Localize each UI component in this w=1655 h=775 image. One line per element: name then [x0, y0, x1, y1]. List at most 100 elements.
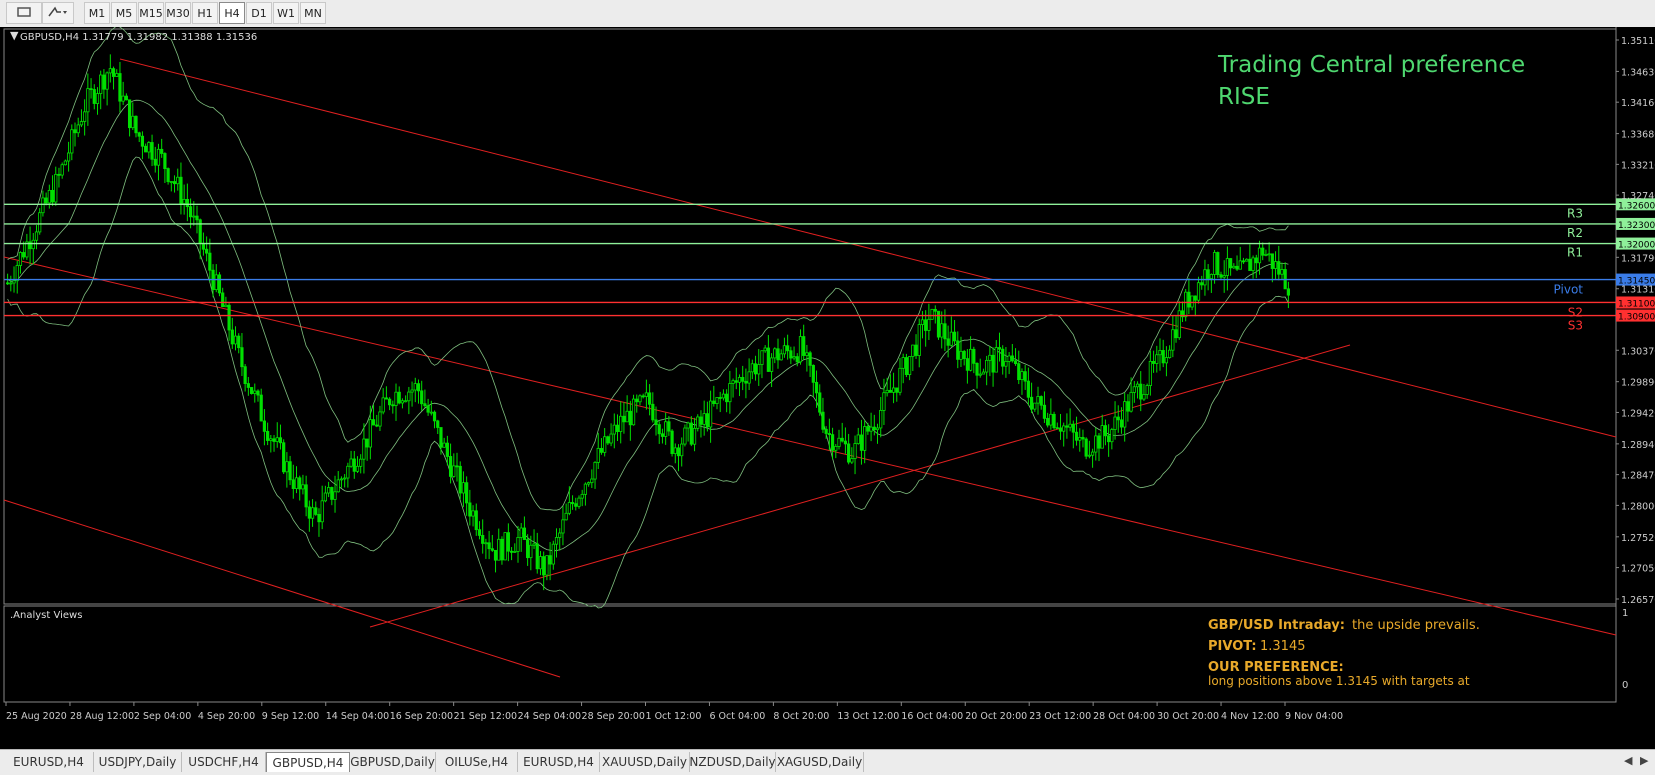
candle-body — [1216, 252, 1220, 276]
candle-body — [256, 390, 260, 396]
candle-body — [266, 430, 270, 441]
candle-body — [160, 148, 164, 154]
candle-body — [908, 356, 912, 375]
candle-body — [131, 115, 135, 129]
timeframe-m30-button[interactable]: M30 — [165, 2, 191, 24]
candle-body — [1071, 423, 1075, 433]
candle-body — [930, 308, 934, 320]
symbol-tab[interactable]: XAGUSD,Daily — [776, 752, 864, 772]
scroll-right-icon[interactable]: ▶ — [1640, 754, 1648, 767]
symbol-tab[interactable]: USDJPY,Daily — [94, 752, 182, 772]
candle-body — [753, 363, 758, 375]
chart-window[interactable]: R3 1.32600 R2 1.32300 R1 1.32000 Pivot 1.3145 0 S… — [0, 25, 1655, 727]
candle-body — [140, 135, 145, 147]
candle-body — [355, 465, 360, 472]
symbol-tab[interactable]: OILUSe,H4 — [436, 752, 518, 772]
candle-body — [1020, 371, 1024, 381]
timeframe-m1-button[interactable]: M1 — [84, 2, 110, 24]
candle-body — [1257, 247, 1262, 264]
candle-body — [606, 436, 610, 444]
candle-body — [609, 433, 613, 444]
candle-body — [1222, 275, 1226, 278]
symbol-tab-bar: EURUSD,H4 USDJPY,Daily USDCHF,H4 GBPUSD,H4 G… — [0, 749, 1655, 775]
symbol-tab[interactable]: EURUSD,H4 — [518, 752, 600, 772]
candle-body — [227, 304, 231, 331]
symbol-tab[interactable]: EURUSD,H4 — [4, 752, 94, 772]
candle-body — [548, 555, 552, 565]
timeframe-d1-button[interactable]: D1 — [246, 2, 272, 24]
x-axis-tick-label: 28 Sep 20:00 — [582, 711, 645, 722]
symbol-tab[interactable]: GBPUSD,Daily — [350, 752, 436, 772]
price-chart[interactable]: R3 1.32600 R2 1.32300 R1 1.32000 Pivot 1.3145 0 S… — [0, 25, 1655, 727]
candle-body — [365, 438, 369, 448]
candle-body — [612, 424, 616, 435]
candle-body — [1277, 261, 1281, 275]
candle-body — [1129, 391, 1133, 412]
candle-body — [1235, 265, 1239, 270]
candle-body — [134, 115, 138, 134]
chart-type-button[interactable] — [6, 2, 42, 24]
y-axis-tick-label: 1.27520 — [1621, 533, 1655, 544]
candle-body — [741, 377, 745, 382]
candle-body — [343, 477, 347, 480]
candle-body — [147, 142, 151, 153]
y-axis-tick-label: 1.29890 — [1621, 378, 1655, 389]
candle-body — [15, 265, 19, 282]
candle-body — [625, 410, 629, 423]
candle-body — [891, 387, 896, 393]
symbol-tab[interactable]: USDCHF,H4 — [182, 752, 266, 772]
level-label-s2: S2 — [1568, 305, 1583, 319]
candle-body — [432, 411, 437, 422]
candle-body — [882, 392, 886, 411]
symbol-tab[interactable]: XAUUSD,Daily — [600, 752, 690, 772]
candle-body — [985, 359, 989, 373]
analyst-panel-label: .Analyst Views — [10, 610, 82, 621]
candle-body — [818, 392, 822, 413]
y-axis-tick-label: 1.27050 — [1621, 564, 1655, 575]
candle-body — [638, 395, 642, 403]
x-axis-tick-label: 4 Sep 20:00 — [198, 711, 255, 722]
symbol-tab[interactable]: NZDUSD,Daily — [689, 752, 776, 772]
candle-body — [847, 443, 851, 463]
analyst-scale-bottom: 0 — [1622, 680, 1628, 691]
x-axis-tick-label: 9 Sep 12:00 — [262, 711, 319, 722]
candle-body — [981, 371, 986, 375]
symbol-tab[interactable]: GBPUSD,H4 — [266, 752, 350, 772]
candle-body — [802, 336, 806, 356]
candle-body — [166, 168, 170, 182]
candle-body — [34, 231, 39, 241]
candle-body — [1168, 349, 1172, 358]
timeframe-m15-button[interactable]: M15 — [138, 2, 164, 24]
candle-body — [1010, 355, 1014, 362]
x-axis-tick-label: 16 Oct 04:00 — [901, 711, 963, 722]
candle-body — [657, 424, 661, 435]
candle-body — [538, 556, 543, 570]
candle-body — [728, 383, 732, 403]
timeframe-mn-button[interactable]: MN — [300, 2, 326, 24]
candle-body — [587, 482, 591, 485]
candle-body — [1254, 257, 1258, 264]
crosshair-dropdown-button[interactable] — [42, 2, 74, 24]
candle-body — [622, 415, 626, 423]
scroll-left-icon[interactable]: ◀ — [1624, 754, 1632, 767]
timeframe-h4-button[interactable]: H4 — [219, 2, 245, 24]
candle-body — [1280, 269, 1284, 275]
candle-body — [776, 348, 780, 361]
candle-body — [532, 543, 536, 546]
candle-body — [786, 345, 790, 352]
candle-body — [99, 74, 103, 94]
candle-body — [304, 484, 308, 508]
candle-body — [526, 539, 530, 559]
candle-body — [866, 426, 870, 432]
chart-header-arrow[interactable]: ▼ — [10, 29, 19, 42]
candle-body — [506, 532, 510, 552]
timeframe-m5-button[interactable]: M5 — [111, 2, 137, 24]
candle-body — [461, 482, 466, 494]
candle-body — [394, 391, 398, 406]
candle-body — [522, 527, 527, 540]
x-axis-tick-label: 20 Oct 20:00 — [965, 711, 1027, 722]
candle-body — [445, 442, 449, 457]
timeframe-w1-button[interactable]: W1 — [273, 2, 299, 24]
candle-body — [692, 427, 697, 445]
timeframe-h1-button[interactable]: H1 — [192, 2, 218, 24]
